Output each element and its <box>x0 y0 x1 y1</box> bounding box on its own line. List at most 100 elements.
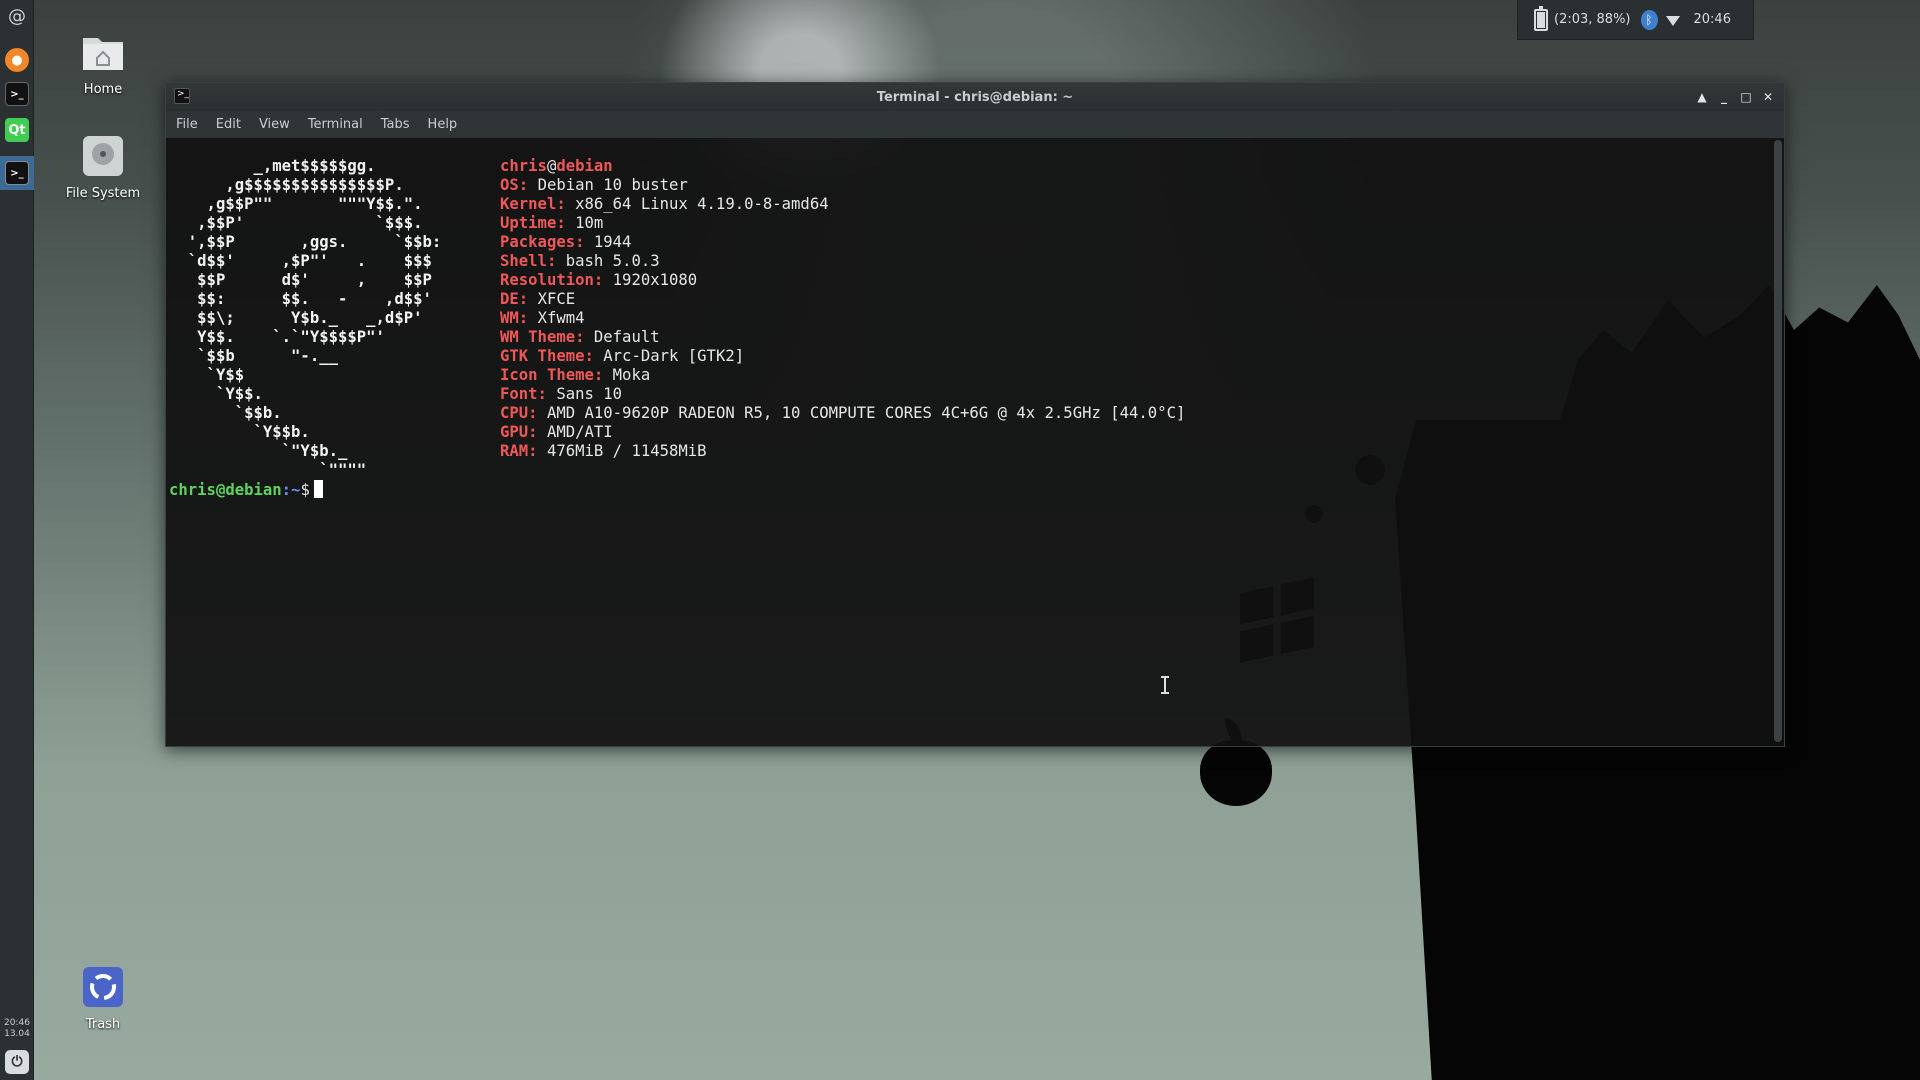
info-row: Kernel: x86_64 Linux 4.19.0-8-amd64 <box>500 195 1185 214</box>
terminal-window[interactable]: >_ Terminal - chris@debian: ~ ▲ _ □ ✕ Fi… <box>165 82 1785 747</box>
info-key: WM Theme: <box>500 328 585 346</box>
info-row: Uptime: 10m <box>500 214 1185 233</box>
desktop-icon-home[interactable]: Home <box>48 28 158 97</box>
battery-icon[interactable] <box>1534 5 1548 31</box>
prompt-path: :~ <box>281 481 301 499</box>
power-icon[interactable]: ⏻ <box>5 1050 29 1074</box>
system-tray: (2:03, 88%) ᛒ 20:46 <box>1517 0 1754 40</box>
menu-view[interactable]: View <box>259 117 290 132</box>
info-host: debian <box>556 157 613 175</box>
info-value: Moka <box>612 366 651 384</box>
logo-line: `"""" <box>169 461 367 479</box>
logo-line: `Y$$ <box>169 366 245 384</box>
logo-line: Y$$. `.`"Y$$$$P"' <box>169 328 385 346</box>
logo-line: `$$b "-.__ <box>169 347 338 365</box>
menu-terminal[interactable]: Terminal <box>308 117 363 132</box>
logo-line: ',$$P ,ggs. `$$b: <box>169 233 442 251</box>
firefox-icon[interactable]: ● <box>5 48 29 72</box>
info-row: WM: Xfwm4 <box>500 309 1185 328</box>
menu-help[interactable]: Help <box>428 117 458 132</box>
info-row: WM Theme: Default <box>500 328 1185 347</box>
terminal-output[interactable]: _,met$$$$$gg. ,g$$$$$$$$$$$$$$$P. ,g$$P"… <box>166 138 1770 746</box>
info-row: Shell: bash 5.0.3 <box>500 252 1185 271</box>
info-value: AMD/ATI <box>546 423 613 441</box>
info-value: AMD A10-9620P RADEON R5, 10 COMPUTE CORE… <box>546 404 1186 422</box>
info-value: 1944 <box>593 233 632 251</box>
minimize-icon[interactable]: _ <box>1715 88 1733 106</box>
bluetooth-icon[interactable]: ᛒ <box>1640 9 1658 30</box>
qt-creator-icon[interactable]: Qt <box>5 118 29 142</box>
menu-tabs[interactable]: Tabs <box>381 117 410 132</box>
logo-line: `d$$' ,$P"' . $$$ <box>169 252 432 270</box>
shell-prompt[interactable]: chris@debian:~$ <box>169 480 323 500</box>
panel-clock-time: 20:46 <box>4 1018 30 1028</box>
info-key: Uptime: <box>500 214 566 232</box>
info-value: Xfwm4 <box>537 309 585 327</box>
wallpaper-apple-logo <box>1200 740 1272 806</box>
close-icon[interactable]: ✕ <box>1759 88 1777 106</box>
debian-ascii-logo: _,met$$$$$gg. ,g$$$$$$$$$$$$$$$P. ,g$$P"… <box>169 138 442 518</box>
info-key: GTK Theme: <box>500 347 594 365</box>
info-value: Sans 10 <box>556 385 623 403</box>
desktop-icon-label: Home <box>83 82 123 97</box>
menu-file[interactable]: File <box>176 117 198 132</box>
logo-line: $$P d$' , $$P <box>169 271 432 289</box>
roll-up-icon[interactable]: ▲ <box>1693 88 1711 106</box>
panel-clock[interactable]: 20:46 13.04 <box>0 1018 34 1040</box>
tray-clock[interactable]: 20:46 <box>1694 12 1731 27</box>
info-value: x86_64 Linux 4.19.0-8-amd64 <box>575 195 829 213</box>
user-host-line: chris@debian <box>500 157 1185 176</box>
info-at: @ <box>546 157 557 175</box>
desktop-icon-file-system[interactable]: File System <box>48 132 158 201</box>
wifi-icon[interactable] <box>1665 15 1680 26</box>
info-key: WM: <box>500 309 529 327</box>
battery-status[interactable]: (2:03, 88%) <box>1554 12 1631 27</box>
menu-edit[interactable]: Edit <box>216 117 241 132</box>
info-value: 476MiB / 11458MiB <box>546 442 707 460</box>
info-row: DE: XFCE <box>500 290 1185 309</box>
debian-menu-icon[interactable]: @ <box>5 4 29 28</box>
logo-line: _,met$$$$$gg. <box>169 157 376 175</box>
desktop-icon-label: Trash <box>85 1017 121 1032</box>
info-key: DE: <box>500 290 529 308</box>
info-key: GPU: <box>500 423 538 441</box>
logo-line: ,g$$P"" """Y$$.". <box>169 195 423 213</box>
info-value: bash 5.0.3 <box>565 252 660 270</box>
window-titlebar[interactable]: >_ Terminal - chris@debian: ~ ▲ _ □ ✕ <box>166 83 1784 111</box>
mouse-ibeam-cursor-icon <box>1161 676 1169 694</box>
info-value: 1920x1080 <box>612 271 698 289</box>
info-user: chris <box>500 157 547 175</box>
left-panel: @ ● >_ Qt >_ 20:46 13.04 ⏻ <box>0 0 34 1080</box>
info-row: CPU: AMD A10-9620P RADEON R5, 10 COMPUTE… <box>500 404 1185 423</box>
desktop-icon-trash[interactable]: Trash <box>48 963 158 1032</box>
info-key: Icon Theme: <box>500 366 604 384</box>
trash-icon <box>79 963 127 1011</box>
terminal-scrollbar[interactable] <box>1774 140 1782 742</box>
info-row: Resolution: 1920x1080 <box>500 271 1185 290</box>
info-row: Icon Theme: Moka <box>500 366 1185 385</box>
info-key: Font: <box>500 385 547 403</box>
info-value: Debian 10 buster <box>537 176 688 194</box>
info-key: RAM: <box>500 442 538 460</box>
terminal-menubar: File Edit View Terminal Tabs Help <box>166 111 1784 138</box>
info-row: OS: Debian 10 buster <box>500 176 1185 195</box>
prompt-user-host: chris@debian <box>169 481 282 499</box>
info-key: Kernel: <box>500 195 566 213</box>
terminal-window-icon[interactable]: >_ <box>5 161 29 185</box>
logo-line: ,g$$$$$$$$$$$$$$$P. <box>169 176 404 194</box>
logo-line: `Y$$. <box>169 385 263 403</box>
logo-line: `"Y$b._ <box>169 442 348 460</box>
info-value: XFCE <box>537 290 576 308</box>
info-row: Font: Sans 10 <box>500 385 1185 404</box>
logo-line: `Y$$b. <box>169 423 310 441</box>
logo-line: $$: $$. - ,d$$' <box>169 290 432 308</box>
info-row: RAM: 476MiB / 11458MiB <box>500 442 1185 461</box>
info-value: Arc-Dark [GTK2] <box>603 347 745 365</box>
info-key: Packages: <box>500 233 585 251</box>
system-info: chris@debian OS: Debian 10 buster Kernel: … <box>500 138 1185 499</box>
info-key: Shell: <box>500 252 557 270</box>
maximize-icon[interactable]: □ <box>1737 88 1755 106</box>
info-key: Resolution: <box>500 271 604 289</box>
terminal-icon[interactable]: >_ <box>5 82 29 106</box>
info-key: CPU: <box>500 404 538 422</box>
